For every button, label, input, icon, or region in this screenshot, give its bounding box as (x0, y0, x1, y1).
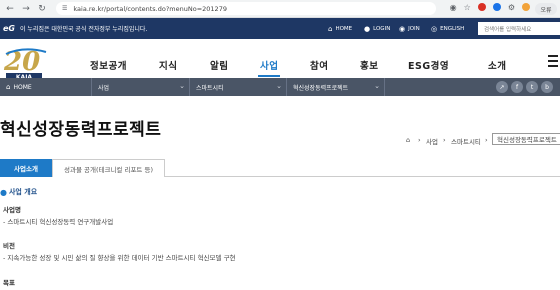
goal-label: 목표 (3, 279, 15, 287)
extensions-puzzle-icon[interactable]: ⚙ (508, 3, 515, 13)
gnb-esg[interactable]: ESG경영 (408, 58, 449, 72)
gnb-knowledge[interactable]: 지식 (159, 58, 177, 72)
english-label: ENGLISH (440, 25, 465, 32)
location-separator: › (443, 136, 446, 144)
browser-toolbar: ← → ↻ ☰ kaia.re.kr/portal/contents.do?me… (0, 0, 560, 18)
back-icon[interactable]: ← (4, 3, 16, 15)
breadcrumb-home[interactable]: ⌂ HOME (0, 78, 92, 96)
share-icon[interactable]: ↗ (496, 81, 508, 93)
user-icon: ◉ (399, 24, 406, 33)
gov-banner-text: 이 누리집은 대한민국 공식 전자정부 누리집입니다. (20, 26, 148, 33)
login-link[interactable]: ● LOGIN (364, 18, 390, 39)
bullet-icon: ● (0, 187, 7, 197)
home-icon: ⌂ (328, 24, 333, 33)
project-name-value: - 스마트시티 혁신성장동력 연구개발사업 (3, 218, 114, 226)
lock-icon: ● (364, 24, 371, 33)
vision-label: 비전 (3, 242, 15, 250)
join-link[interactable]: ◉ JOIN (399, 18, 420, 39)
tab-results[interactable]: 성과물 공개(테크니컬 리포트 등) (52, 159, 165, 177)
home-icon: ⌂ (6, 83, 11, 91)
breadcrumb: ⌂ HOME 사업 ⌄ 스마트시티 ⌄ 혁신성장동력프로젝트 ⌄ ↗ f t b (0, 78, 560, 96)
english-link[interactable]: ◎ ENGLISH (431, 18, 464, 39)
search-input[interactable]: 검색어를 입력하세요 (478, 22, 560, 35)
globe-icon: ◎ (431, 24, 438, 33)
location-home-icon[interactable]: ⌂ (406, 136, 410, 144)
location-separator: › (418, 136, 421, 144)
join-label: JOIN (408, 25, 420, 32)
gnb-info[interactable]: 정보공개 (90, 58, 127, 72)
logo-number: 20 (3, 47, 40, 77)
site-info-icon[interactable]: ☰ (62, 5, 67, 12)
facebook-icon[interactable]: f (511, 81, 523, 93)
chevron-down-icon: ⌄ (179, 82, 185, 90)
breadcrumb-level3-label: 혁신성장동력프로젝트 (293, 84, 349, 92)
project-name-label: 사업명 (3, 206, 21, 214)
bookmark-star-icon[interactable]: ☆ (464, 3, 471, 13)
chevron-down-icon: ⌄ (374, 82, 380, 90)
location-level2[interactable]: 스마트시티 (451, 136, 481, 146)
vision-value: - 지속가능한 성장 및 시민 삶의 질 향상을 위한 데이터 기반 스마트시티… (3, 254, 236, 262)
gov-banner: eG 이 누리집은 대한민국 공식 전자정부 누리집입니다. ⌂ HOME ● … (0, 18, 560, 39)
home-link[interactable]: ⌂ HOME (328, 18, 352, 39)
gnb-pr[interactable]: 홍보 (360, 58, 378, 72)
profile-button[interactable]: 오류 (535, 3, 557, 15)
page-title: 혁신성장동력프로젝트 (0, 120, 162, 140)
breadcrumb-home-label: HOME (13, 83, 32, 91)
section-heading-text: 사업 개요 (8, 188, 38, 196)
breadcrumb-level1-label: 사업 (98, 84, 110, 92)
gnb-notice[interactable]: 알림 (210, 58, 228, 72)
search-placeholder: 검색어를 입력하세요 (484, 26, 532, 33)
chevron-down-icon: ⌄ (276, 82, 282, 90)
forward-icon[interactable]: → (20, 3, 32, 15)
twitter-icon[interactable]: t (526, 81, 538, 93)
extension-icon[interactable] (492, 3, 501, 13)
location-separator: › (485, 136, 488, 144)
home-label: HOME (335, 25, 353, 32)
location-current: 혁신성장동력프로젝트 (492, 133, 560, 145)
egov-logo: eG (3, 24, 15, 33)
address-bar[interactable]: ☰ kaia.re.kr/portal/contents.do?menuNo=2… (56, 2, 436, 15)
location-level1[interactable]: 사업 (426, 136, 438, 146)
extension-dot-icon[interactable] (477, 3, 486, 13)
avatar-icon[interactable] (522, 3, 530, 13)
breadcrumb-level3[interactable]: 혁신성장동력프로젝트 ⌄ (287, 78, 385, 96)
breadcrumb-level1[interactable]: 사업 ⌄ (92, 78, 190, 96)
url-text: kaia.re.kr/portal/contents.do?menuNo=201… (73, 4, 227, 13)
tab-intro[interactable]: 사업소개 (0, 159, 52, 177)
breadcrumb-level2-label: 스마트시티 (196, 84, 224, 92)
kaia-20th-logo[interactable]: 20 KAIA (2, 44, 58, 82)
section-heading: ● 사업 개요 (0, 187, 37, 197)
gnb-business[interactable]: 사업 (257, 58, 282, 77)
menu-icon[interactable] (548, 55, 558, 67)
login-label: LOGIN (373, 25, 391, 32)
eye-icon[interactable]: ◉ (450, 3, 457, 13)
blog-icon[interactable]: b (541, 81, 553, 93)
gnb-participation[interactable]: 참여 (310, 58, 328, 72)
reload-icon[interactable]: ↻ (36, 3, 48, 15)
breadcrumb-level2[interactable]: 스마트시티 ⌄ (190, 78, 287, 96)
gnb-about[interactable]: 소개 (488, 58, 506, 72)
